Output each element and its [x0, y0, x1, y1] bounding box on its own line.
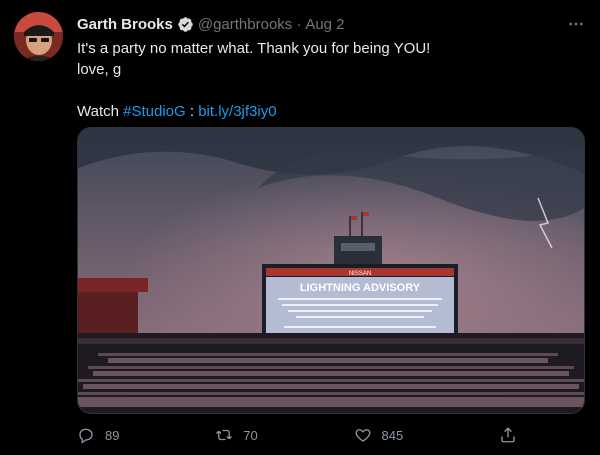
tweet-text: It's a party no matter what. Thank you f… — [77, 38, 577, 122]
watch-label: Watch — [77, 103, 124, 120]
retweet-icon — [216, 429, 233, 441]
tweet-header: Garth Brooks @garthbrooks · Aug 2 — [77, 14, 345, 34]
tweet-media-photo[interactable]: NISSAN LIGHTNING ADVISORY — [77, 127, 585, 414]
scoreboard-title: LIGHTNING ADVISORY — [300, 282, 421, 294]
avatar[interactable] — [14, 12, 63, 61]
reply-icon — [79, 428, 93, 444]
tweet-actions: 89 70 845 — [77, 424, 517, 446]
author-handle[interactable]: @garthbrooks — [198, 16, 292, 33]
more-horizontal-icon[interactable] — [566, 14, 586, 34]
separator-dot: · — [296, 15, 302, 33]
share-icon — [501, 427, 515, 443]
short-link[interactable]: bit.ly/3jf3iy0 — [198, 103, 276, 120]
like-button[interactable]: 845 — [354, 426, 404, 444]
heart-icon — [355, 429, 370, 442]
author-name[interactable]: Garth Brooks — [77, 16, 173, 33]
tweet-text-line-1: It's a party no matter what. Thank you f… — [77, 40, 431, 57]
scoreboard-brand: NISSAN — [349, 271, 371, 277]
retweet-count: 70 — [243, 427, 258, 443]
retweet-button[interactable]: 70 — [215, 426, 258, 444]
tweet-date[interactable]: Aug 2 — [305, 16, 344, 33]
share-button[interactable] — [499, 426, 517, 444]
tweet-text-line-2: love, g — [77, 61, 122, 78]
verified-badge-icon — [177, 16, 194, 33]
tweet-text-line-watch: Watch #StudioG : bit.ly/3jf3iy0 — [77, 101, 577, 122]
tweet[interactable]: Garth Brooks @garthbrooks · Aug 2 It's a… — [0, 0, 600, 455]
like-count: 845 — [381, 427, 404, 443]
hashtag-link[interactable]: #StudioG — [123, 103, 186, 120]
reply-button[interactable]: 89 — [77, 426, 119, 444]
colon-separator: : — [185, 103, 199, 120]
reply-count: 89 — [105, 427, 120, 443]
scoreboard-top-sign — [341, 243, 375, 251]
